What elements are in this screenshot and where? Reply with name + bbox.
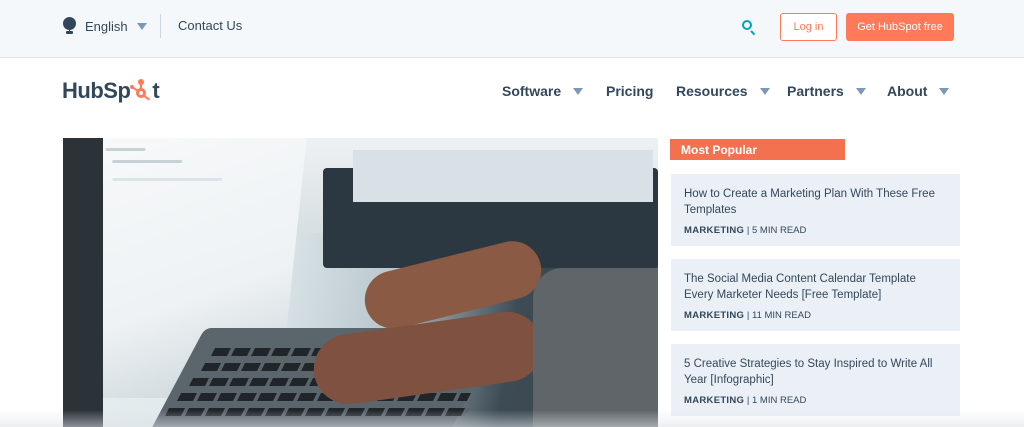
- most-popular-heading: Most Popular: [670, 139, 845, 160]
- article-tag: MARKETING: [684, 395, 745, 406]
- article-read-time: 11 MIN READ: [751, 310, 811, 321]
- divider: [160, 14, 161, 38]
- nav-item-about[interactable]: About: [887, 80, 950, 102]
- language-selector[interactable]: English: [62, 15, 147, 37]
- nav-item-partners[interactable]: Partners: [787, 80, 866, 102]
- chevron-down-icon: [939, 87, 950, 95]
- chevron-down-icon: [136, 22, 147, 30]
- nav-label: Software: [502, 83, 562, 99]
- nav-label: About: [887, 83, 928, 99]
- logo-text-start: HubSp: [62, 78, 131, 103]
- article-meta: MARKETING | 1 MIN READ: [684, 395, 947, 406]
- hubspot-logo[interactable]: HubSp t: [62, 76, 160, 106]
- article-title: The Social Media Content Calendar Templa…: [684, 273, 916, 301]
- article-title: 5 Creative Strategies to Stay Inspired t…: [684, 358, 933, 386]
- popular-article-card[interactable]: How to Create a Marketing Plan With Thes…: [671, 174, 960, 246]
- nav-item-software[interactable]: Software: [502, 80, 584, 102]
- utility-bar: English Contact Us Log in Get HubSpot fr…: [0, 0, 1024, 58]
- article-tag: MARKETING: [684, 310, 745, 321]
- sprocket-icon: [130, 79, 151, 102]
- nav-label: Partners: [787, 83, 844, 99]
- article-title: How to Create a Marketing Plan With Thes…: [684, 188, 935, 216]
- article-meta: MARKETING | 11 MIN READ: [684, 310, 947, 321]
- globe-icon: [62, 16, 77, 36]
- article-read-time: 5 MIN READ: [751, 225, 807, 236]
- search-icon[interactable]: [741, 19, 757, 36]
- nav-label: Resources: [676, 83, 748, 99]
- chevron-down-icon: [573, 87, 584, 95]
- nav-label: Pricing: [606, 83, 654, 99]
- login-button[interactable]: Log in: [780, 13, 837, 41]
- nav-item-resources[interactable]: Resources: [676, 80, 770, 102]
- popular-article-card[interactable]: The Social Media Content Calendar Templa…: [671, 259, 960, 331]
- contact-us-link[interactable]: Contact Us: [178, 18, 242, 33]
- article-read-time: 1 MIN READ: [751, 395, 807, 406]
- logo-text-end: t: [152, 78, 160, 103]
- get-hubspot-free-button[interactable]: Get HubSpot free: [846, 13, 954, 41]
- language-label: English: [85, 18, 128, 34]
- featured-article-image[interactable]: [63, 138, 658, 427]
- article-meta: MARKETING | 5 MIN READ: [684, 225, 947, 236]
- popular-article-card[interactable]: 5 Creative Strategies to Stay Inspired t…: [671, 344, 960, 416]
- nav-item-pricing[interactable]: Pricing: [606, 80, 653, 102]
- article-tag: MARKETING: [684, 225, 745, 236]
- chevron-down-icon: [855, 87, 866, 95]
- chevron-down-icon: [759, 87, 770, 95]
